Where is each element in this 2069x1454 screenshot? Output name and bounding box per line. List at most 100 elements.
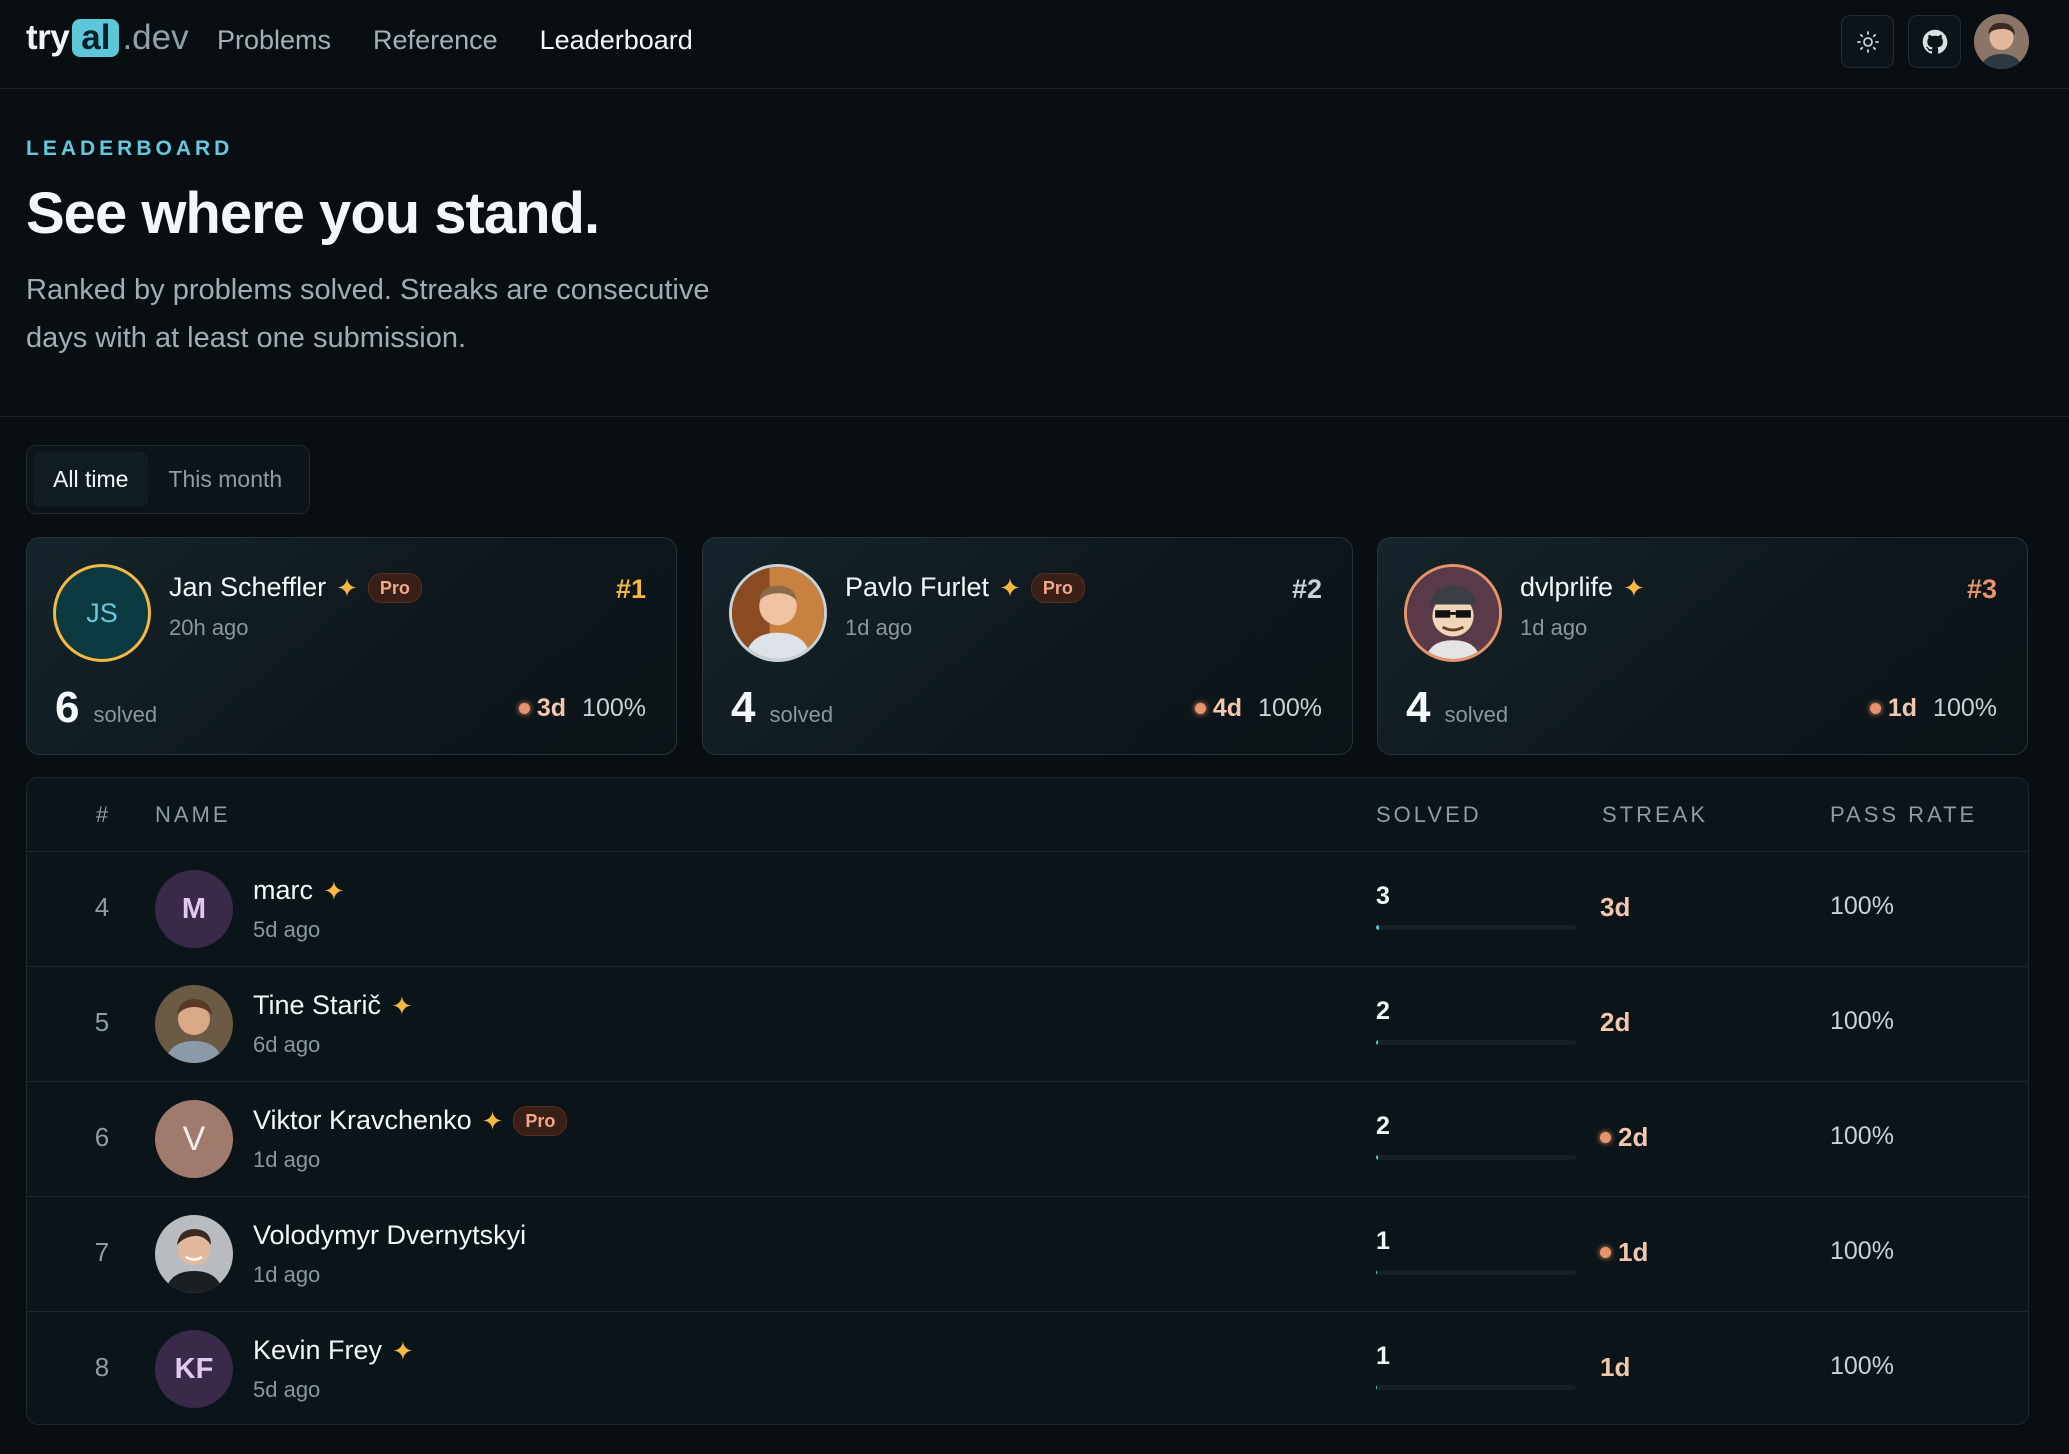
sparkle-icon: ✦: [336, 572, 358, 603]
avatar: [155, 985, 233, 1063]
last-active: 20h ago: [169, 615, 249, 640]
avatar-initials: JS: [86, 597, 118, 628]
streak-value: 2d: [1600, 1007, 1631, 1037]
avatar: JS: [53, 564, 151, 662]
sparkle-icon: ✦: [391, 990, 413, 1021]
solved-number: 4: [1406, 683, 1431, 732]
avatar: M: [155, 870, 233, 948]
sparkle-icon: ✦: [481, 1105, 504, 1136]
podium-card-1[interactable]: JS Jan Scheffler ✦ Pro 20h ago #1 6 solv…: [26, 537, 677, 755]
pass-rate: 100%: [1933, 694, 1997, 722]
github-icon: [1922, 29, 1947, 54]
solved-progress-bar: [1376, 1385, 1576, 1390]
pass-rate: 100%: [1830, 1007, 1894, 1035]
theme-toggle-button[interactable]: [1841, 15, 1894, 68]
player-name-row: marc ✦: [253, 875, 345, 906]
player-name-row: Pavlo Furlet ✦ Pro: [845, 572, 1085, 603]
player-name[interactable]: Tine Starič: [253, 990, 381, 1021]
progress-fill: [1376, 1385, 1378, 1390]
player-name[interactable]: Kevin Frey: [253, 1335, 382, 1366]
period-tabs: All time This month: [26, 445, 310, 514]
tab-all-time[interactable]: All time: [33, 452, 149, 507]
streak-value: 4d: [1212, 694, 1243, 722]
player-name[interactable]: Pavlo Furlet: [845, 572, 989, 603]
player-name[interactable]: Viktor Kravchenko: [253, 1105, 472, 1136]
player-name-row: Tine Starič ✦: [253, 990, 413, 1021]
pass-rate: 100%: [1830, 1352, 1894, 1380]
solved-progress-bar: [1376, 1270, 1576, 1275]
user-avatar[interactable]: [1974, 14, 2029, 69]
solved-label: solved: [93, 702, 158, 727]
avatar: V: [155, 1100, 233, 1178]
streak: 3d: [518, 694, 566, 723]
table-row[interactable]: 5 Tine Starič ✦ 6d ago 2 2d 100%: [27, 967, 2028, 1082]
pass-rate: 100%: [1830, 1122, 1894, 1150]
streak: 2d: [1600, 1122, 1648, 1153]
streak-dot-icon: [1869, 703, 1881, 714]
nav-link-problems[interactable]: Problems: [217, 22, 331, 58]
player-name[interactable]: marc: [253, 875, 313, 906]
last-active: 5d ago: [253, 917, 321, 942]
solved-count: 2: [1376, 1112, 1390, 1140]
solved-count: 1: [1376, 1342, 1390, 1370]
streak-dot-icon: [518, 703, 530, 714]
player-name[interactable]: dvlprlife: [1520, 572, 1613, 603]
streak-value: 1d: [1887, 694, 1918, 722]
row-rank: 4: [94, 892, 110, 922]
pass-rate: 100%: [1830, 892, 1894, 920]
tab-this-month[interactable]: This month: [148, 452, 302, 507]
podium-card-2[interactable]: Pavlo Furlet ✦ Pro 1d ago #2 4 solved 4d…: [702, 537, 1353, 755]
github-button[interactable]: [1908, 15, 1961, 68]
avatar-image: [155, 1215, 233, 1293]
sparkle-icon: ✦: [323, 875, 345, 906]
page-title: See where you stand.: [26, 181, 600, 246]
sparkle-icon: ✦: [1623, 572, 1645, 603]
column-header-solved[interactable]: SOLVED: [1376, 802, 1482, 828]
solved-count: 3: [1376, 882, 1390, 910]
column-header-pass-rate[interactable]: PASS RATE: [1830, 802, 1977, 828]
table-row[interactable]: 6 V Viktor Kravchenko ✦ Pro 1d ago 2 2d …: [27, 1082, 2028, 1197]
avatar-initials: M: [181, 892, 207, 925]
streak: 4d: [1194, 694, 1243, 723]
logo-try: try: [26, 18, 70, 57]
page-subtitle: Ranked by problems solved. Streaks are c…: [26, 274, 710, 354]
last-active: 1d ago: [1520, 615, 1588, 640]
player-name[interactable]: Jan Scheffler: [169, 572, 326, 603]
nav-link-reference[interactable]: Reference: [373, 22, 498, 58]
pass-rate: 100%: [582, 694, 646, 722]
streak: 1d: [1600, 1352, 1630, 1383]
solved-label: solved: [1444, 702, 1509, 727]
table-row[interactable]: 7 Volodymyr Dvernytskyi 1d ago 1 1d 100%: [27, 1197, 2028, 1312]
leaderboard-table: # NAME SOLVED STREAK PASS RATE 4 M marc …: [26, 777, 2029, 1425]
last-active: 6d ago: [253, 1032, 321, 1057]
player-name-row: Volodymyr Dvernytskyi: [253, 1220, 526, 1251]
player-stats: 1d 100%: [1869, 694, 1997, 723]
last-active: 1d ago: [845, 615, 913, 640]
solved-number: 6: [55, 683, 80, 732]
column-header-rank: #: [95, 802, 109, 827]
progress-fill: [1376, 1040, 1378, 1045]
avatar-image: [155, 985, 233, 1063]
avatar-image: [1407, 567, 1499, 659]
streak-dot-icon: [1600, 1132, 1611, 1143]
player-name-row: dvlprlife ✦: [1520, 572, 1645, 603]
table-row[interactable]: 4 M marc ✦ 5d ago 3 3d 100%: [27, 852, 2028, 967]
podium-card-3[interactable]: dvlprlife ✦ 1d ago #3 4 solved 1d 100%: [1377, 537, 2028, 755]
avatar-initials: V: [182, 1119, 206, 1158]
streak: 1d: [1869, 694, 1918, 723]
table-row[interactable]: 8 KF Kevin Frey ✦ 5d ago 1 1d 100%: [27, 1312, 2028, 1424]
avatar-initials: KF: [174, 1352, 214, 1385]
top-navigation: try al .dev Problems Reference Leaderboa…: [0, 0, 2069, 89]
streak-dot-icon: [1194, 703, 1206, 714]
nav-link-leaderboard[interactable]: Leaderboard: [540, 22, 693, 58]
avatar: [1404, 564, 1502, 662]
player-name[interactable]: Volodymyr Dvernytskyi: [253, 1220, 526, 1251]
avatar: KF: [155, 1330, 233, 1408]
site-logo[interactable]: try al .dev: [26, 18, 189, 58]
streak-dot-icon: [1600, 1247, 1611, 1258]
streak-value: 2d: [1618, 1122, 1649, 1152]
streak-value: 3d: [1600, 892, 1631, 922]
nav-links: Problems Reference Leaderboard: [217, 22, 693, 58]
column-header-streak[interactable]: STREAK: [1602, 802, 1708, 828]
column-header-name[interactable]: NAME: [155, 802, 231, 828]
